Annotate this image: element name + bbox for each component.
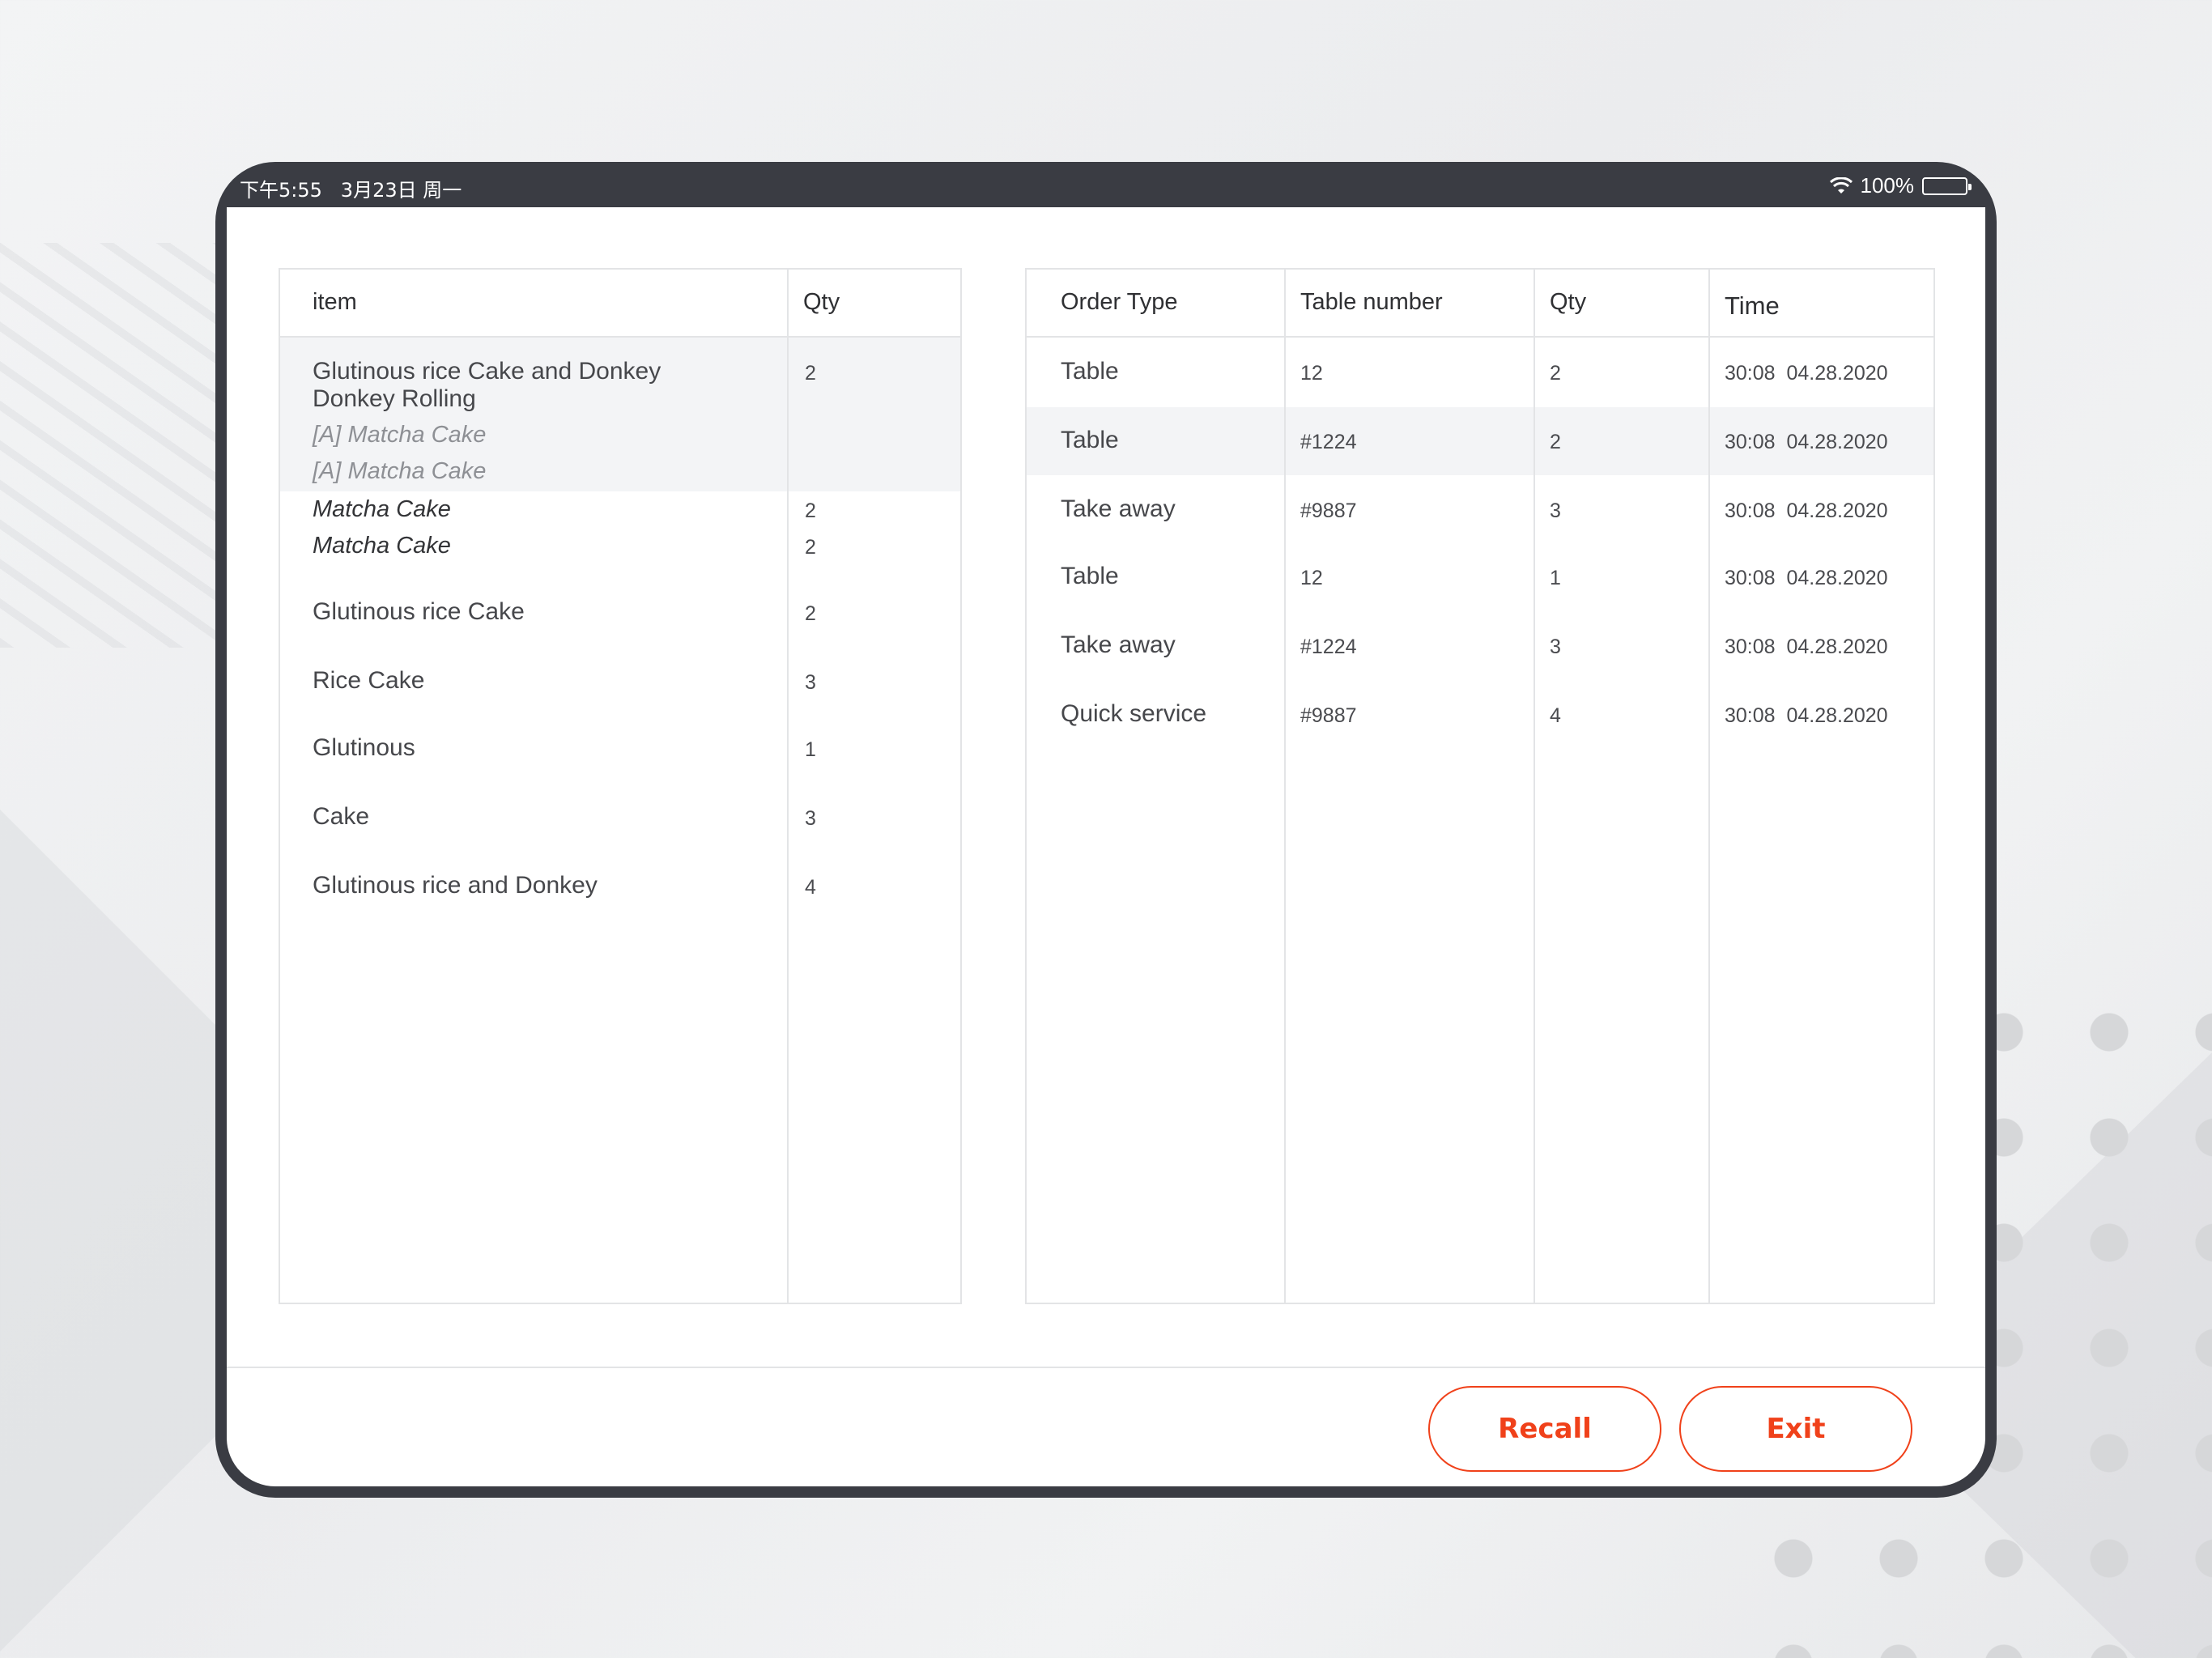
order-type: Take away <box>1061 631 1176 658</box>
item-name: Rice Cake <box>313 667 425 694</box>
column-divider <box>1534 270 1535 1303</box>
order-time: 30:08 04.28.2020 <box>1725 567 1888 589</box>
exit-button[interactable]: Exit <box>1679 1386 1912 1472</box>
item-qty: 4 <box>805 876 816 899</box>
battery-icon <box>1922 176 1972 195</box>
item-name: Glutinous rice Cake and Donkey <box>313 358 661 385</box>
table-number: 12 <box>1300 362 1323 385</box>
column-divider <box>787 270 789 1303</box>
header-item: item <box>313 289 357 315</box>
item-qty: 1 <box>805 738 816 761</box>
table-number: #1224 <box>1300 636 1357 658</box>
battery-percentage: 100% <box>1860 173 1915 198</box>
app-screen: item Qty Glutinous rice Cake and Donkey … <box>227 207 1985 1486</box>
orders-table: Order Type Table number Qty Time Table 1… <box>1025 268 1935 1304</box>
item-name: Cake <box>313 803 370 830</box>
item-qty: 2 <box>805 362 816 385</box>
table-number: 12 <box>1300 567 1323 589</box>
status-bar: 下午5:55 3月23日 周一 100% <box>215 162 1997 207</box>
order-qty: 2 <box>1550 362 1561 385</box>
order-time: 30:08 04.28.2020 <box>1725 362 1888 385</box>
item-qty: 2 <box>805 500 816 522</box>
status-date: 3月23日 周一 <box>340 179 462 202</box>
order-type: Table <box>1061 563 1119 589</box>
item-qty: 3 <box>805 807 816 830</box>
order-time: 30:08 04.28.2020 <box>1725 636 1888 658</box>
order-qty: 1 <box>1550 567 1561 589</box>
items-table-header: item Qty <box>280 270 960 338</box>
order-type: Table <box>1061 358 1119 385</box>
table-number: #9887 <box>1300 500 1357 522</box>
status-datetime: 下午5:55 3月23日 周一 <box>240 174 462 202</box>
footer-divider <box>227 1367 1985 1368</box>
item-name: Glutinous rice Cake <box>313 598 525 625</box>
tablet-device: 下午5:55 3月23日 周一 100% item Qty Glutinous … <box>215 162 1997 1498</box>
table-number: #9887 <box>1300 704 1357 727</box>
order-qty: 3 <box>1550 500 1561 522</box>
item-qty: 2 <box>805 602 816 625</box>
item-name: Matcha Cake <box>313 496 451 522</box>
column-divider <box>1284 270 1286 1303</box>
order-qty: 3 <box>1550 636 1561 658</box>
order-time: 30:08 04.28.2020 <box>1725 704 1888 727</box>
status-time: 下午5:55 <box>240 179 322 202</box>
item-modifier: [A] Matcha Cake <box>313 458 487 484</box>
header-table-number: Table number <box>1300 289 1443 315</box>
orders-table-header: Order Type Table number Qty Time <box>1027 270 1933 338</box>
header-order-type: Order Type <box>1061 289 1178 315</box>
header-qty: Qty <box>1550 289 1587 315</box>
order-time: 30:08 04.28.2020 <box>1725 431 1888 453</box>
order-type: Take away <box>1061 495 1176 522</box>
item-name: Glutinous <box>313 734 415 761</box>
column-divider <box>1708 270 1710 1303</box>
order-type: Table <box>1061 427 1119 453</box>
order-type: Quick service <box>1061 700 1207 727</box>
order-time: 30:08 04.28.2020 <box>1725 500 1888 522</box>
recall-button[interactable]: Recall <box>1428 1386 1661 1472</box>
item-name-line2: Donkey Rolling <box>313 385 476 412</box>
header-time: Time <box>1725 291 1780 320</box>
item-modifier: [A] Matcha Cake <box>313 422 487 448</box>
item-qty: 3 <box>805 671 816 694</box>
item-name: Glutinous rice and Donkey <box>313 872 598 899</box>
status-indicators: 100% <box>1829 173 1972 198</box>
header-qty: Qty <box>803 289 840 315</box>
items-table: item Qty Glutinous rice Cake and Donkey … <box>279 268 962 1304</box>
order-qty: 2 <box>1550 431 1561 453</box>
item-name: Matcha Cake <box>313 533 451 559</box>
item-qty: 2 <box>805 536 816 559</box>
order-qty: 4 <box>1550 704 1561 727</box>
table-number: #1224 <box>1300 431 1357 453</box>
wifi-icon <box>1829 176 1853 195</box>
